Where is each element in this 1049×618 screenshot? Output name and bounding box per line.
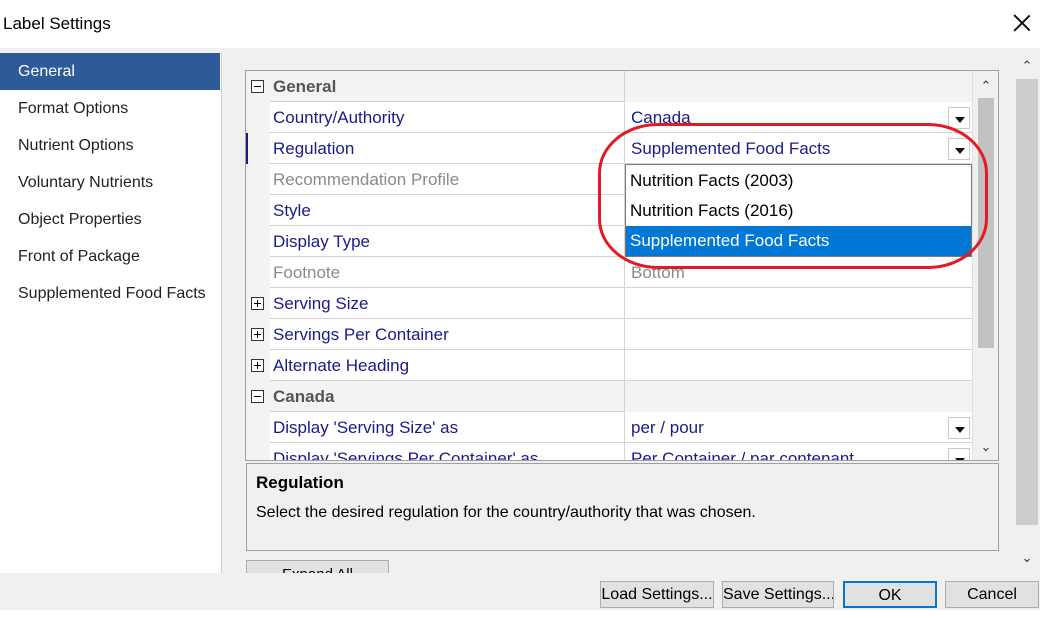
grid-row-footnote: Footnote Bottom xyxy=(246,257,972,288)
property-name: Footnote xyxy=(273,263,341,282)
dropdown-arrow-icon[interactable] xyxy=(948,107,970,129)
grid-category-general: General xyxy=(246,71,972,102)
dropdown-option-nutrition-facts-2003[interactable]: Nutrition Facts (2003) xyxy=(626,166,971,196)
help-panel: Regulation Select the desired regulation… xyxy=(246,463,999,551)
grid-row-alternate-heading[interactable]: Alternate Heading xyxy=(246,350,972,381)
cancel-button[interactable]: Cancel xyxy=(945,581,1039,608)
panel-scrollbar[interactable]: ⌃ ⌄ xyxy=(1014,53,1040,571)
property-value xyxy=(624,381,972,412)
dropdown-option-nutrition-facts-2016[interactable]: Nutrition Facts (2016) xyxy=(626,196,971,226)
property-name: Regulation xyxy=(273,139,355,158)
property-name: Display 'Serving Size' as xyxy=(273,418,459,437)
grid-scrollbar[interactable]: ⌃ ⌄ xyxy=(972,71,998,460)
close-icon[interactable] xyxy=(1009,10,1035,36)
scrollbar-thumb[interactable] xyxy=(978,98,994,348)
property-name: Serving Size xyxy=(273,294,369,313)
property-grid: General Country/Authority Canada Regulat… xyxy=(245,70,999,461)
property-value[interactable] xyxy=(624,288,972,319)
sidebar-item-object-properties[interactable]: Object Properties xyxy=(0,201,222,238)
help-title: Regulation xyxy=(256,473,344,492)
scroll-down-icon[interactable]: ⌄ xyxy=(973,436,998,458)
scrollbar-thumb[interactable] xyxy=(1016,79,1038,525)
dropdown-option-supplemented-food-facts[interactable]: Supplemented Food Facts xyxy=(626,226,971,256)
background-strip xyxy=(0,610,1049,618)
property-name: Display 'Servings Per Container' as xyxy=(273,449,539,461)
property-name: Alternate Heading xyxy=(273,356,410,375)
expand-icon[interactable] xyxy=(251,328,264,341)
title-bar: Label Settings xyxy=(0,0,1049,48)
scroll-down-icon[interactable]: ⌄ xyxy=(1014,547,1040,569)
load-settings-button[interactable]: Load Settings... xyxy=(600,581,714,608)
property-name: Servings Per Container xyxy=(273,325,449,344)
property-value[interactable]: Canada xyxy=(624,102,972,133)
property-name: Display Type xyxy=(273,232,371,251)
property-name: Recommendation Profile xyxy=(273,170,460,189)
scroll-up-icon[interactable]: ⌃ xyxy=(973,75,998,97)
property-value[interactable] xyxy=(624,350,972,381)
property-value[interactable]: per / pour xyxy=(624,412,972,443)
help-description: Select the desired regulation for the co… xyxy=(256,504,756,521)
property-value[interactable] xyxy=(624,319,972,350)
settings-sidebar: General Format Options Nutrient Options … xyxy=(0,53,222,573)
expand-icon[interactable] xyxy=(251,297,264,310)
property-value[interactable]: Supplemented Food Facts xyxy=(624,133,972,164)
property-name: Style xyxy=(273,201,311,220)
grid-row-country-authority[interactable]: Country/Authority Canada xyxy=(246,102,972,133)
sidebar-item-general[interactable]: General xyxy=(0,53,220,90)
property-name: Country/Authority xyxy=(273,108,405,127)
grid-row-display-servings-per-container[interactable]: Display 'Servings Per Container' as Per … xyxy=(246,443,972,461)
expand-icon[interactable] xyxy=(251,359,264,372)
dropdown-arrow-icon[interactable] xyxy=(948,448,970,460)
sidebar-item-voluntary-nutrients[interactable]: Voluntary Nutrients xyxy=(0,164,222,201)
collapse-icon[interactable] xyxy=(251,80,264,93)
property-value[interactable]: Per Container / par contenant xyxy=(624,443,972,460)
grid-row-display-serving-size[interactable]: Display 'Serving Size' as per / pour xyxy=(246,412,972,443)
property-name: Canada xyxy=(273,387,335,406)
grid-category-canada: Canada xyxy=(246,381,972,412)
property-value xyxy=(624,71,972,102)
grid-row-servings-per-container[interactable]: Servings Per Container xyxy=(246,319,972,350)
sidebar-item-supplemented-food-facts[interactable]: Supplemented Food Facts xyxy=(0,275,222,312)
window-title: Label Settings xyxy=(3,14,111,33)
sidebar-item-front-of-package[interactable]: Front of Package xyxy=(0,238,222,275)
dropdown-arrow-icon[interactable] xyxy=(948,417,970,439)
property-value: Bottom xyxy=(624,257,972,288)
dropdown-arrow-icon[interactable] xyxy=(948,138,970,160)
scroll-up-icon[interactable]: ⌃ xyxy=(1014,55,1040,77)
grid-row-regulation[interactable]: Regulation Supplemented Food Facts xyxy=(246,133,972,164)
grid-row-serving-size[interactable]: Serving Size xyxy=(246,288,972,319)
save-settings-button[interactable]: Save Settings... xyxy=(722,581,834,608)
regulation-dropdown-list: Nutrition Facts (2003) Nutrition Facts (… xyxy=(625,164,972,257)
property-name: General xyxy=(273,77,337,96)
collapse-icon[interactable] xyxy=(251,390,264,403)
sidebar-item-format-options[interactable]: Format Options xyxy=(0,90,222,127)
ok-button[interactable]: OK xyxy=(843,581,937,608)
sidebar-item-nutrient-options[interactable]: Nutrient Options xyxy=(0,127,222,164)
